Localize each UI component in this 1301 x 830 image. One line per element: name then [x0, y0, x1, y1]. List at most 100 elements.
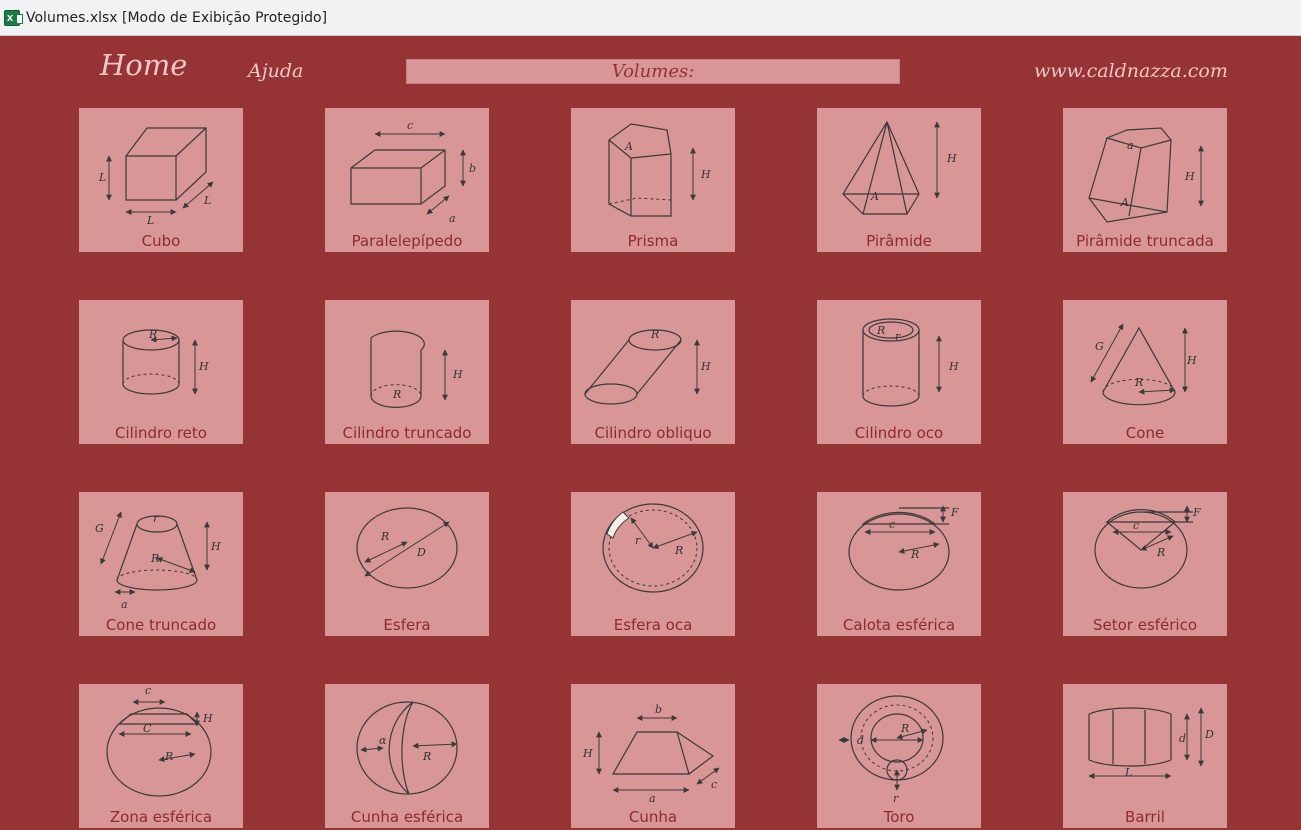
prism-icon: A H: [608, 123, 711, 217]
svg-text:H: H: [210, 540, 221, 553]
shape-card-cone-truncado[interactable]: G r H R a Cone truncado: [79, 492, 243, 636]
shape-card-calota-esferica[interactable]: F c R Calota esférica: [817, 492, 981, 636]
svg-text:R: R: [392, 388, 401, 401]
svg-text:H: H: [946, 152, 957, 165]
truncated-cylinder-icon: H R: [370, 330, 463, 408]
svg-text:R: R: [650, 328, 659, 341]
shape-card-cilindro-oco[interactable]: R r H Cilindro oco: [817, 300, 981, 444]
shape-label: Cilindro truncado: [342, 424, 472, 442]
shape-card-esfera[interactable]: R D Esfera: [325, 492, 489, 636]
shape-card-toro[interactable]: d R r Toro: [817, 684, 981, 828]
truncated-cone-icon: G r H R a: [95, 511, 221, 611]
home-link[interactable]: Home: [100, 48, 187, 82]
shape-card-piramide[interactable]: H A Pirâmide: [817, 108, 981, 252]
wedge-icon: b H a c: [582, 703, 720, 805]
pyramid-icon: H A: [842, 120, 957, 215]
svg-text:H: H: [452, 368, 463, 381]
svg-text:c: c: [1133, 519, 1139, 532]
shape-label: Cubo: [141, 232, 181, 250]
svg-text:R: R: [1134, 376, 1143, 389]
shape-card-barril[interactable]: d D L Barril: [1063, 684, 1227, 828]
svg-text:a: a: [1127, 139, 1134, 152]
shape-card-prisma[interactable]: A H Prisma: [571, 108, 735, 252]
svg-text:C: C: [143, 722, 152, 735]
svg-text:R: R: [674, 544, 683, 557]
svg-text:L: L: [203, 194, 211, 207]
svg-text:L: L: [1124, 766, 1132, 779]
svg-text:c: c: [145, 684, 151, 697]
svg-text:c: c: [711, 778, 717, 791]
svg-text:R: R: [1156, 546, 1165, 559]
box-icon: c b a: [350, 119, 476, 225]
spherical-cap-icon: F c R: [848, 505, 959, 591]
shape-label: Cunha esférica: [350, 808, 464, 826]
shape-card-piramide-truncada[interactable]: a H A Pirâmide truncada: [1063, 108, 1227, 252]
shape-label: Pirâmide truncada: [1076, 232, 1214, 250]
svg-text:G: G: [95, 522, 104, 535]
shape-label: Esfera oca: [613, 616, 693, 634]
shape-label: Barril: [1125, 808, 1165, 826]
window-title: Volumes.xlsx [Modo de Exibição Protegido…: [26, 9, 328, 26]
svg-text:r: r: [153, 512, 159, 525]
svg-text:F: F: [1192, 506, 1201, 519]
svg-text:r: r: [895, 330, 901, 343]
spherical-zone-icon: c H C R: [106, 684, 213, 797]
svg-text:H: H: [1186, 354, 1197, 367]
shape-card-cilindro-truncado[interactable]: H R Cilindro truncado: [325, 300, 489, 444]
svg-text:G: G: [1095, 340, 1104, 353]
svg-text:L: L: [146, 214, 154, 227]
shape-card-cilindro-obliquo[interactable]: R H Cilindro obliquo: [571, 300, 735, 444]
svg-text:R: R: [422, 750, 431, 763]
volumes-title: Volumes:: [611, 61, 695, 82]
svg-text:H: H: [198, 360, 209, 373]
svg-text:H: H: [700, 360, 711, 373]
shape-label: Toro: [883, 808, 915, 826]
shape-card-esfera-oca[interactable]: r R Esfera oca: [571, 492, 735, 636]
svg-text:b: b: [655, 703, 662, 716]
shape-label: Cilindro reto: [115, 424, 207, 442]
svg-text:R: R: [876, 324, 885, 337]
svg-text:D: D: [416, 546, 426, 559]
shape-label: Pirâmide: [866, 232, 932, 250]
shape-card-cone[interactable]: G H R Cone: [1063, 300, 1227, 444]
svg-text:H: H: [700, 168, 711, 181]
svg-text:r: r: [635, 534, 641, 547]
website-link[interactable]: www.caldnazza.com: [1034, 60, 1228, 82]
shape-card-cubo[interactable]: L L L Cubo: [79, 108, 243, 252]
volumes-title-bar: Volumes:: [406, 59, 900, 84]
svg-text:c: c: [407, 119, 413, 132]
shape-label: Esfera: [383, 616, 431, 634]
cylinder-icon: R H: [122, 328, 209, 395]
shape-card-cunha-esferica[interactable]: α R Cunha esférica: [325, 684, 489, 828]
shape-label: Paralelepípedo: [351, 232, 463, 250]
svg-text:A: A: [870, 190, 879, 203]
shape-label: Setor esférico: [1092, 616, 1198, 634]
svg-text:A: A: [624, 140, 633, 153]
shape-label: Cone: [1125, 424, 1165, 442]
svg-text:H: H: [1184, 170, 1195, 183]
shape-label: Zona esférica: [109, 808, 213, 826]
svg-text:R: R: [148, 328, 157, 341]
help-link[interactable]: Ajuda: [248, 60, 303, 82]
hollow-sphere-icon: r R: [602, 503, 704, 593]
torus-icon: d R r: [838, 695, 944, 805]
svg-text:L: L: [98, 171, 106, 184]
svg-text:A: A: [1120, 196, 1129, 209]
svg-text:R: R: [900, 722, 909, 735]
oblique-cylinder-icon: R H: [584, 328, 711, 405]
shape-label: Cilindro oco: [854, 424, 944, 442]
shape-label: Cunha: [628, 808, 678, 826]
shape-card-zona-esferica[interactable]: c H C R Zona esférica: [79, 684, 243, 828]
cone-icon: G H R: [1090, 323, 1197, 406]
shape-card-cilindro-reto[interactable]: R H Cilindro reto: [79, 300, 243, 444]
svg-text:α: α: [379, 734, 387, 747]
svg-text:a: a: [121, 598, 128, 611]
svg-text:a: a: [449, 212, 456, 225]
shape-card-setor-esferico[interactable]: F c R Setor esférico: [1063, 492, 1227, 636]
shape-card-paralelepipedo[interactable]: c b a Paralelepípedo: [325, 108, 489, 252]
shape-card-cunha[interactable]: b H a c Cunha: [571, 684, 735, 828]
svg-text:R: R: [150, 552, 159, 565]
svg-text:b: b: [469, 162, 476, 175]
svg-text:r: r: [893, 792, 899, 805]
svg-text:R: R: [164, 750, 173, 763]
